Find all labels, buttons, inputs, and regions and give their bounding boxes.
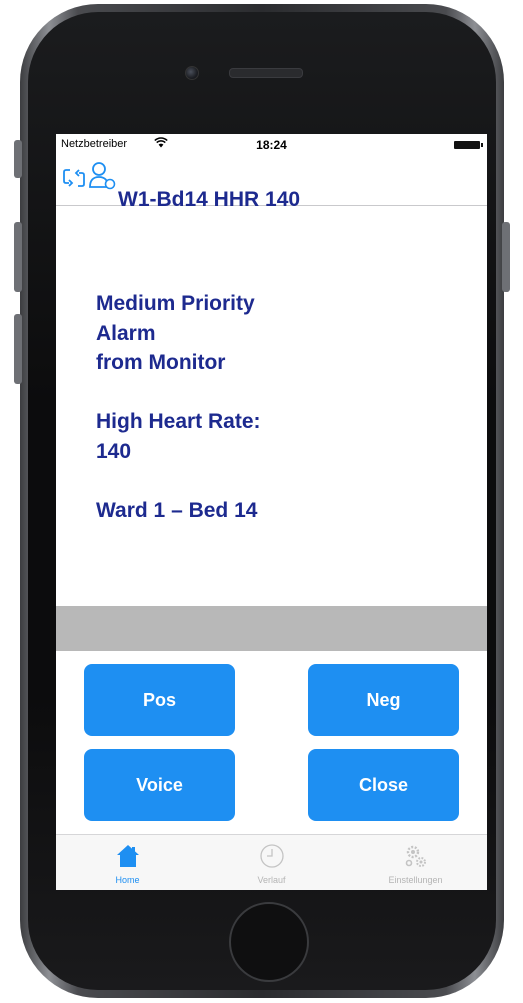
power-button: [502, 222, 510, 292]
neg-button[interactable]: Neg: [308, 664, 459, 736]
home-button[interactable]: [229, 902, 309, 982]
voice-button[interactable]: Voice: [84, 749, 235, 821]
mute-switch: [14, 140, 22, 178]
alarm-line: from Monitor: [96, 351, 226, 374]
sync-icon[interactable]: [61, 165, 87, 196]
pos-button[interactable]: Pos: [84, 664, 235, 736]
alarm-line: [96, 466, 261, 496]
phone-screen: Netzbetreiber 18:24 W1-Bd14 HHR 140 Medi…: [56, 134, 487, 890]
alarm-line: 140: [96, 439, 132, 463]
contact-icon[interactable]: [88, 161, 116, 196]
home-icon: [56, 843, 199, 874]
tab-verlauf[interactable]: Verlauf: [200, 835, 343, 890]
separator-bar: [56, 606, 487, 651]
navigation-bar: W1-Bd14 HHR 140: [56, 156, 487, 211]
alarm-line: Ward 1 – Bed 14: [96, 498, 258, 522]
volume-down-button: [14, 314, 22, 384]
close-button[interactable]: Close: [308, 749, 459, 821]
tab-label: Home: [115, 875, 140, 885]
status-time: 18:24: [256, 138, 287, 152]
tab-label: Verlauf: [257, 875, 286, 885]
nav-title: W1-Bd14 HHR 140: [118, 188, 301, 211]
alarm-line: High Heart Rate:: [96, 410, 261, 433]
alarm-line: Medium Priority: [96, 292, 255, 315]
alarm-line: [96, 378, 261, 408]
tab-bar: Home Verlauf Einstellungen: [56, 834, 487, 890]
status-bar: Netzbetreiber 18:24: [56, 134, 487, 156]
clock-icon: [200, 843, 343, 874]
battery-icon: [454, 141, 483, 149]
alarm-line: Alarm: [96, 321, 156, 345]
tab-home[interactable]: Home: [56, 835, 199, 890]
tab-label: Einstellungen: [388, 875, 443, 885]
tab-einstellungen[interactable]: Einstellungen: [344, 835, 487, 890]
gears-icon: [344, 843, 487, 874]
earpiece-speaker: [229, 68, 303, 78]
volume-up-button: [14, 222, 22, 292]
front-camera: [185, 66, 199, 80]
alarm-message: Medium Priority Alarm from Monitor High …: [96, 289, 261, 525]
